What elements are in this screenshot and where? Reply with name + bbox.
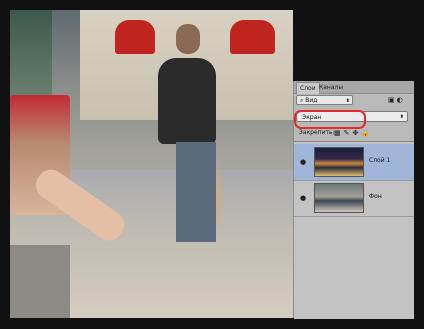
layer-row-1[interactable]: ● Слой 1 — [294, 144, 414, 181]
filter-row: ⌕ Вид ⬍ ▣◐ — [294, 95, 414, 107]
layer-thumbnail — [314, 183, 364, 213]
layers-panel: Слои Каналы ⌕ Вид ⬍ ▣◐ Экран ⬍ Закрепить… — [293, 81, 414, 319]
adjustment-filter-icon[interactable]: ◐ — [397, 96, 405, 104]
screenshot-frame: Слои Каналы ⌕ Вид ⬍ ▣◐ Экран ⬍ Закрепить… — [0, 0, 424, 329]
select-arrows-icon: ⬍ — [399, 114, 404, 120]
layer-row-background[interactable]: ● Фон — [294, 180, 414, 217]
lock-row: Закрепить: ▦✎✥🔒 — [294, 127, 414, 139]
tab-channels[interactable]: Каналы — [316, 82, 346, 93]
blend-mode-select[interactable]: Экран ⬍ — [294, 110, 408, 129]
kind-filter-label: Вид — [305, 97, 318, 104]
lock-label: Закрепить: — [299, 129, 335, 136]
eye-icon[interactable]: ● — [300, 158, 306, 166]
image-filter-icon[interactable]: ▣ — [388, 96, 397, 104]
man-figure — [158, 58, 216, 144]
layer-thumbnail — [314, 147, 364, 177]
lock-transparent-icon[interactable]: ▦ — [334, 129, 344, 137]
layer-name: Слой 1 — [369, 157, 391, 164]
eye-icon[interactable]: ● — [300, 194, 306, 202]
panel-tabs: Слои Каналы — [294, 81, 414, 94]
layers-list: ● Слой 1 ● Фон — [294, 141, 414, 319]
filter-icons: ▣◐ — [388, 96, 405, 104]
canvas-photo[interactable] — [10, 10, 293, 318]
stone-bench — [10, 245, 70, 318]
blend-row: Экран ⬍ — [294, 109, 414, 129]
kind-filter-select[interactable]: ⌕ Вид ⬍ — [296, 95, 353, 105]
red-awning-left — [115, 20, 155, 54]
lock-icons: ▦✎✥🔒 — [334, 127, 373, 139]
brush-icon[interactable]: ✎ — [344, 129, 353, 137]
lock-icon[interactable]: 🔒 — [361, 129, 373, 137]
glass-facade — [10, 10, 52, 100]
man-legs — [176, 142, 216, 242]
red-awning-right — [230, 20, 275, 54]
select-arrows-icon: ⬍ — [345, 98, 350, 104]
layer-name: Фон — [369, 193, 382, 200]
man-head — [176, 24, 200, 54]
